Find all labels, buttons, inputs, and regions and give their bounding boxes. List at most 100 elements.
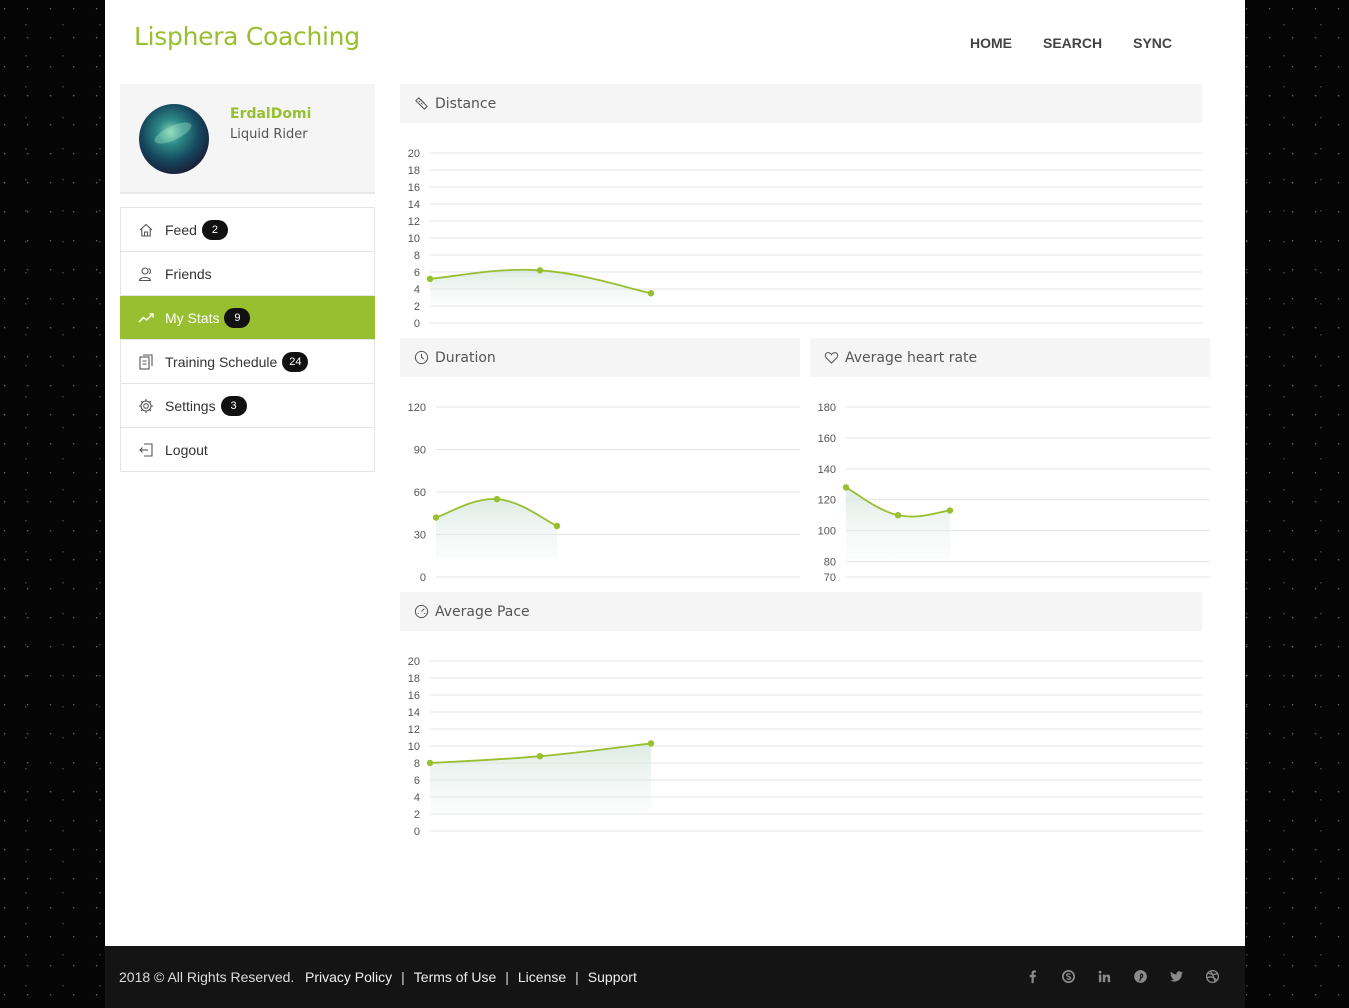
skype-icon[interactable]	[1060, 968, 1077, 985]
feed-badge: 2	[201, 219, 228, 240]
sidebar-item-label: Logout	[165, 441, 208, 458]
profile-role: Liquid Rider	[230, 127, 308, 142]
y-tick-label: 0	[420, 572, 426, 584]
y-tick-label: 0	[414, 826, 420, 838]
y-tick-label: 10	[408, 741, 420, 753]
nav-sync[interactable]: SYNC	[1133, 35, 1172, 51]
brand-logo[interactable]: Lisphera Coaching	[134, 22, 360, 51]
y-tick-label: 12	[408, 724, 420, 736]
schedule-badge: 24	[282, 351, 309, 372]
nav-home[interactable]: HOME	[970, 35, 1012, 51]
link-separator: |	[575, 969, 579, 985]
sidebar-item-friends[interactable]: Friends	[121, 252, 374, 296]
support-link[interactable]: Support	[588, 969, 637, 985]
y-tick-label: 4	[414, 792, 420, 804]
data-point	[946, 507, 954, 514]
y-tick-label: 60	[414, 487, 426, 499]
avatar[interactable]	[139, 104, 209, 174]
sidebar-item-label: Friends	[165, 265, 212, 282]
heart-icon	[824, 350, 839, 365]
distance-chart: 0 2 4 6 8 10 12 14 16 18 20	[408, 148, 1202, 330]
y-tick-label: 2	[414, 301, 420, 313]
y-tick-label: 18	[408, 165, 420, 177]
home-icon	[138, 222, 154, 238]
data-point	[894, 511, 902, 519]
sidebar-item-label: Settings	[165, 397, 216, 414]
schedule-icon	[138, 353, 154, 370]
y-tick-label: 120	[408, 402, 426, 414]
series-area	[436, 498, 557, 559]
page-container: Lisphera Coaching HOME SEARCH SYNC Erdal…	[105, 0, 1245, 946]
y-tick-label: 20	[408, 656, 420, 668]
facebook-icon[interactable]	[1024, 968, 1041, 985]
speedometer-icon	[414, 604, 429, 619]
y-tick-label: 140	[818, 464, 836, 476]
data-point	[426, 275, 434, 282]
distance-panel-header: Distance	[400, 84, 1202, 123]
pinterest-icon[interactable]	[1132, 968, 1149, 985]
y-tick-label: 16	[408, 182, 420, 194]
heart-title: Average heart rate	[845, 349, 978, 366]
duration-title: Duration	[435, 349, 496, 366]
pace-title: Average Pace	[435, 603, 530, 620]
heart-panel-header: Average heart rate	[810, 338, 1210, 377]
pace-chart: 0 2 4 6 8 10 12 14 16 18 20	[408, 656, 1202, 838]
dribbble-icon[interactable]	[1204, 968, 1221, 985]
gear-icon	[138, 398, 154, 414]
y-tick-label: 30	[414, 530, 426, 542]
nav-search[interactable]: SEARCH	[1043, 35, 1102, 51]
friends-icon	[138, 266, 154, 282]
y-tick-label: 160	[818, 433, 836, 445]
sidebar-item-training-schedule[interactable]: Training Schedule 24	[121, 340, 374, 384]
y-tick-label: 16	[408, 690, 420, 702]
y-tick-label: 14	[408, 707, 420, 719]
ruler-icon	[414, 96, 429, 111]
link-separator: |	[505, 969, 509, 985]
y-tick-label: 6	[414, 775, 420, 787]
stats-badge: 9	[224, 307, 251, 328]
twitter-icon[interactable]	[1168, 968, 1185, 985]
terms-of-use-link[interactable]: Terms of Use	[414, 969, 496, 985]
y-tick-label: 180	[818, 402, 836, 414]
clock-icon	[414, 350, 429, 365]
sidebar-item-logout[interactable]: Logout	[121, 428, 374, 472]
sidebar-menu: Feed 2 Friends My Stats 9 Training Sched…	[120, 207, 375, 472]
profile-name[interactable]: ErdalDomi	[230, 106, 311, 122]
y-tick-label: 4	[414, 284, 420, 296]
y-tick-label: 12	[408, 216, 420, 228]
y-tick-label: 10	[408, 233, 420, 245]
y-tick-label: 100	[818, 526, 836, 538]
y-tick-label: 6	[414, 267, 420, 279]
footer: 2018 © All Rights Reserved. Privacy Poli…	[105, 946, 1245, 1008]
link-separator: |	[401, 969, 405, 985]
y-tick-label: 20	[408, 148, 420, 160]
profile-card: ErdalDomi Liquid Rider	[120, 84, 375, 194]
data-point	[536, 267, 544, 274]
y-tick-label: 18	[408, 673, 420, 685]
y-tick-label: 70	[824, 572, 836, 584]
sidebar-item-my-stats[interactable]: My Stats 9	[120, 296, 375, 340]
privacy-policy-link[interactable]: Privacy Policy	[305, 969, 392, 985]
y-tick-label: 8	[414, 758, 420, 770]
logout-icon	[138, 442, 154, 458]
data-point	[647, 740, 655, 747]
sidebar-item-feed[interactable]: Feed 2	[121, 208, 374, 252]
sidebar-item-settings[interactable]: Settings 3	[121, 384, 374, 428]
y-tick-label: 0	[414, 318, 420, 330]
data-point	[553, 522, 561, 530]
footer-links: Privacy Policy | Terms of Use | License | Supp…	[305, 969, 637, 985]
y-tick-label: 90	[414, 445, 426, 457]
license-link[interactable]: License	[518, 969, 566, 985]
data-point	[426, 759, 434, 767]
sidebar-item-label: Training Schedule	[165, 353, 278, 370]
y-tick-label: 80	[824, 557, 836, 569]
data-point	[536, 753, 544, 760]
y-tick-label: 120	[818, 495, 836, 507]
distance-title: Distance	[435, 95, 497, 112]
copyright-text: 2018 © All Rights Reserved.	[119, 969, 295, 985]
linkedin-icon[interactable]	[1096, 968, 1113, 985]
social-links	[1024, 968, 1221, 985]
heart-chart: 70 80 100 120 140 160 180	[818, 402, 1210, 584]
sidebar-item-label: Feed	[165, 221, 197, 238]
top-nav: HOME SEARCH SYNC	[970, 35, 1203, 51]
